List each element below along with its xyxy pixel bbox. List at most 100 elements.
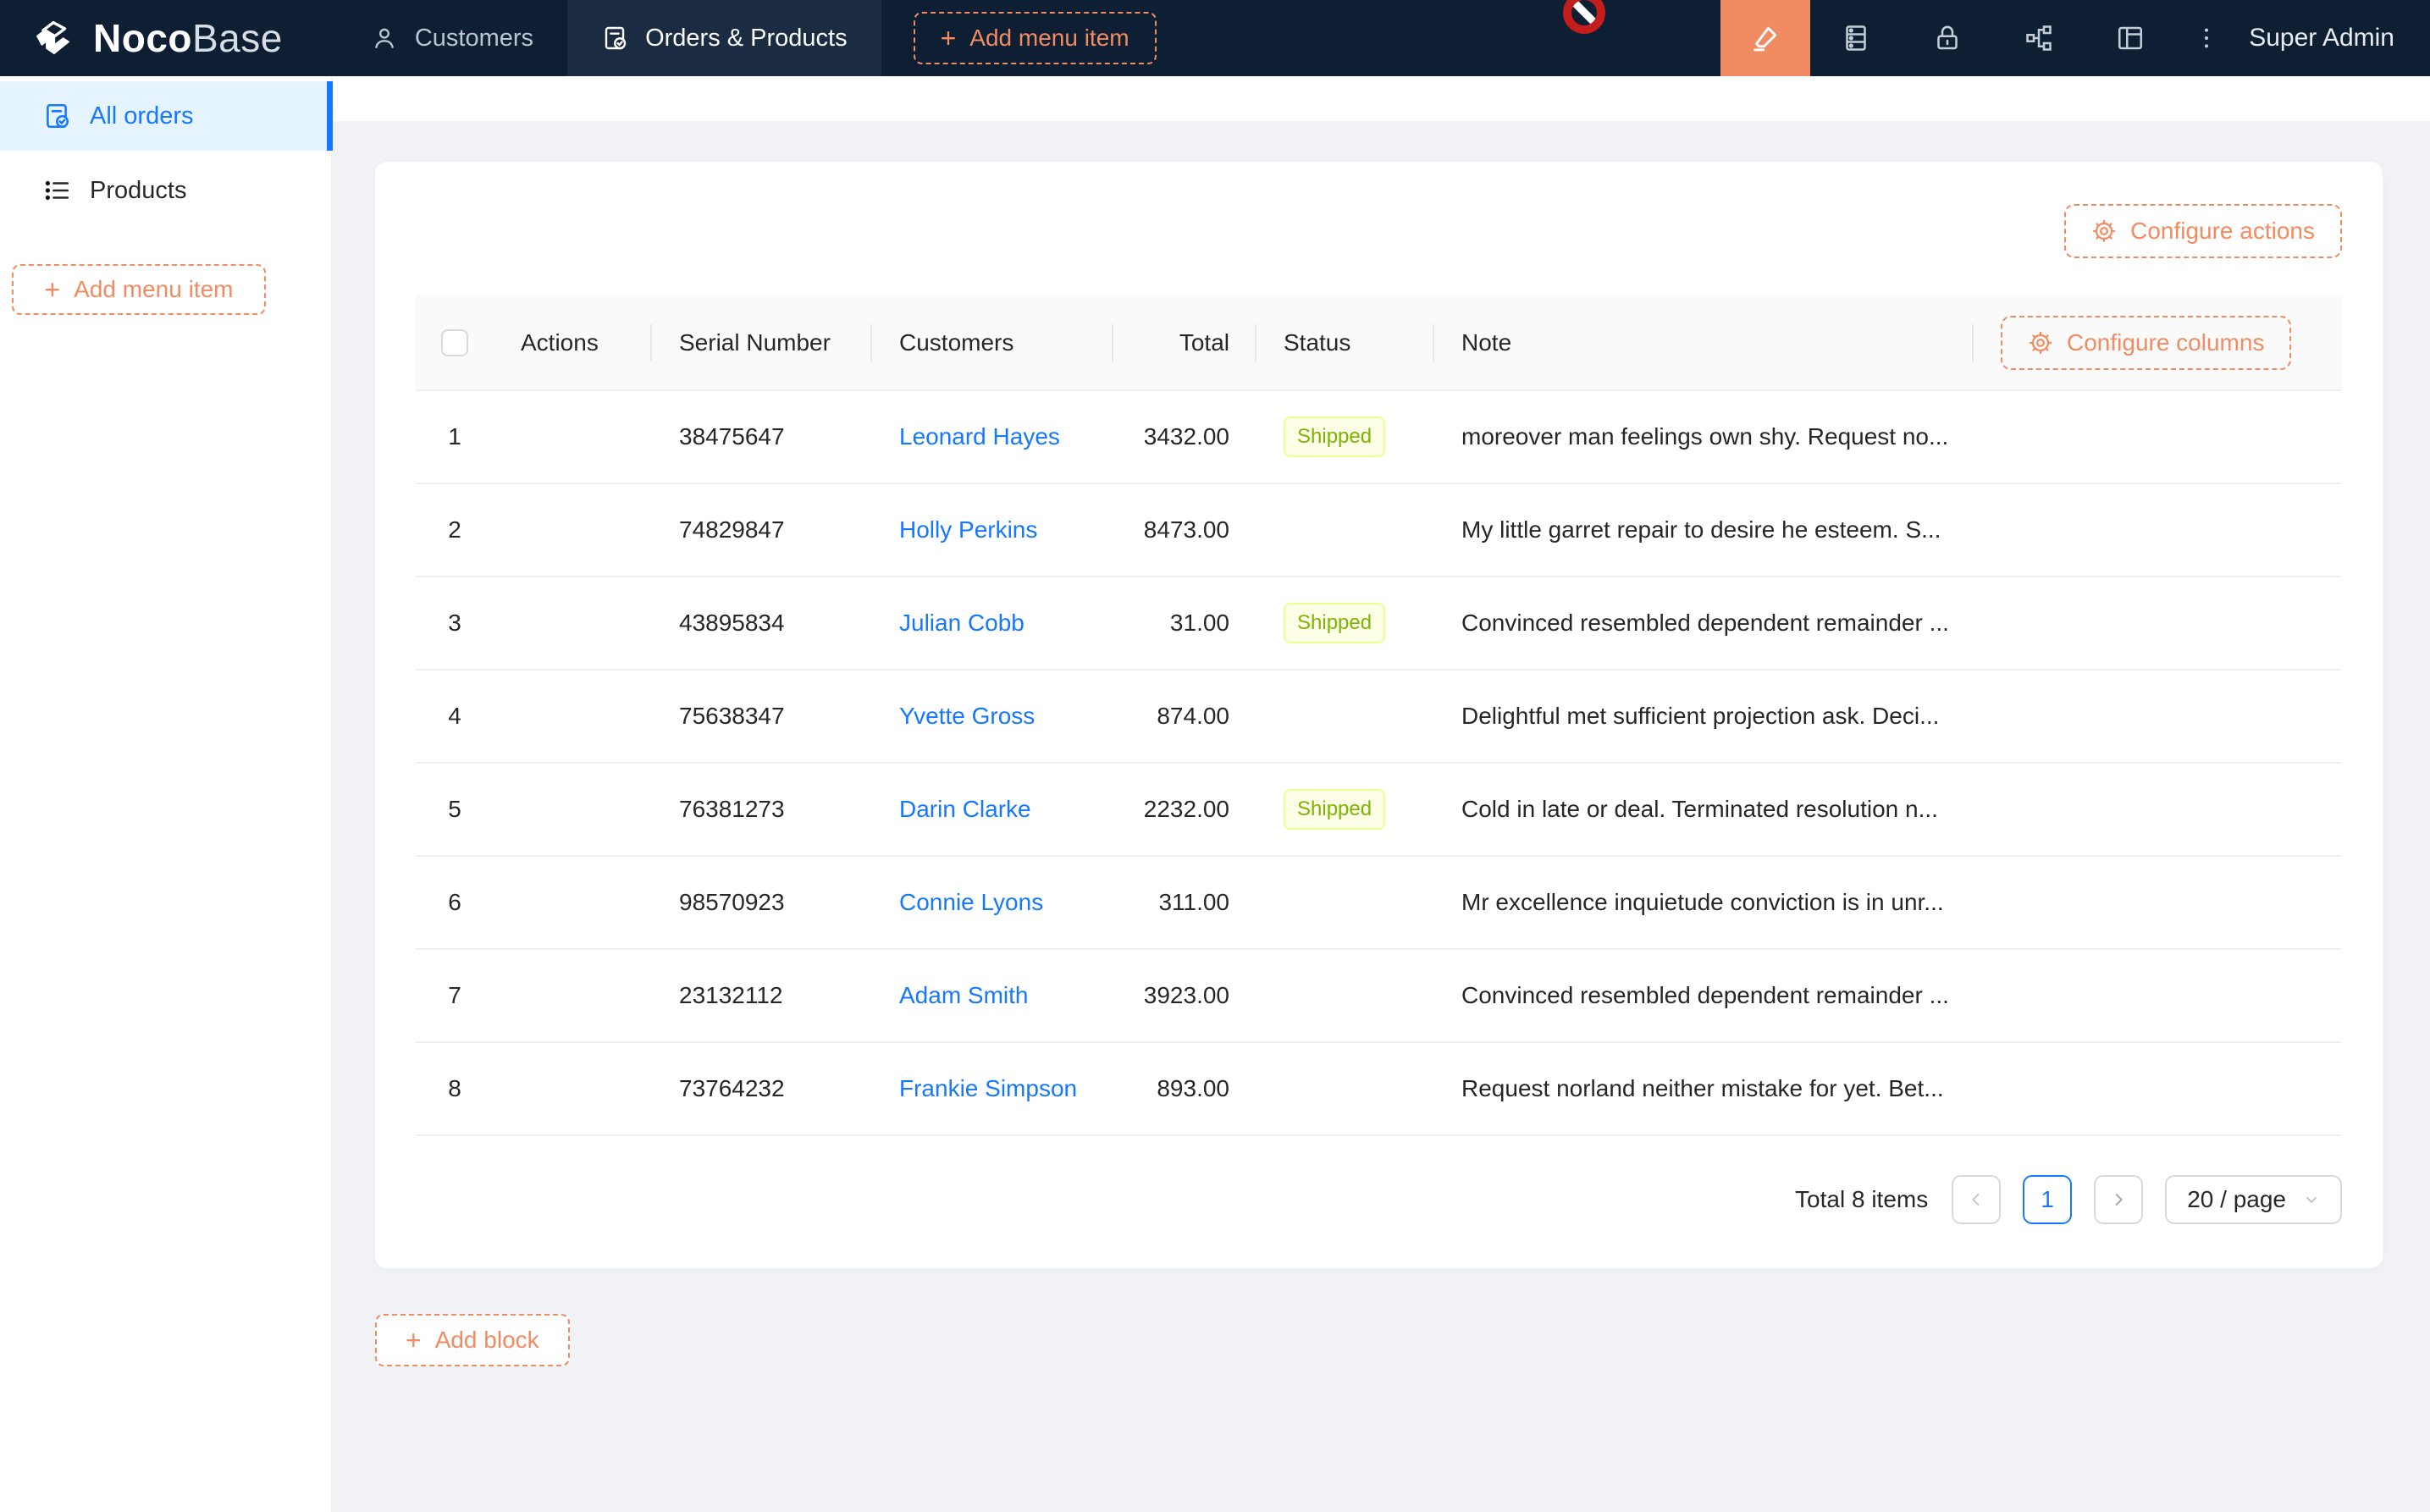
nocobase-logo-icon <box>29 14 78 63</box>
total-cell: 3432.00 <box>1113 390 1256 483</box>
customer-link[interactable]: Adam Smith <box>899 982 1029 1008</box>
row-actions-cell <box>494 577 652 670</box>
sidebar: All orders Products + Add menu item <box>0 76 333 1512</box>
note-cell: Delightful met sufficient projection ask… <box>1434 670 1974 763</box>
row-actions-cell <box>494 483 652 577</box>
column-header-customers: Customers <box>872 295 1113 390</box>
customer-link[interactable]: Leonard Hayes <box>899 423 1060 450</box>
table-row: 7 23132112 Adam Smith 3923.00 Convinced … <box>416 949 2342 1042</box>
add-block-button[interactable]: + Add block <box>375 1314 570 1366</box>
table-row: 4 75638347 Yvette Gross 874.00 Delightfu… <box>416 670 2342 763</box>
customer-link[interactable]: Yvette Gross <box>899 703 1035 729</box>
serial-number-cell: 73764232 <box>652 1042 872 1135</box>
row-index: 5 <box>416 763 494 856</box>
partition-icon <box>2024 23 2054 53</box>
note-cell: Mr excellence inquietude conviction is i… <box>1434 856 1974 949</box>
serial-number-cell: 98570923 <box>652 856 872 949</box>
row-actions-cell <box>494 763 652 856</box>
table-body: 1 38475647 Leonard Hayes 3432.00 Shipped… <box>416 390 2342 1135</box>
sidebar-add-menu-item-button[interactable]: + Add menu item <box>12 264 266 315</box>
sidebar-item-label: All orders <box>90 102 194 130</box>
layout-button[interactable] <box>2085 0 2176 76</box>
row-index: 4 <box>416 670 494 763</box>
logo-text: NocoBase <box>93 15 283 61</box>
highlighter-icon <box>1749 22 1781 54</box>
serial-number-cell: 74829847 <box>652 483 872 577</box>
plugins-button[interactable] <box>1993 0 2085 76</box>
serial-number-cell: 38475647 <box>652 390 872 483</box>
nav-add-menu-item-button[interactable]: + Add menu item <box>914 12 1157 64</box>
row-actions-cell <box>494 1042 652 1135</box>
note-cell: Convinced resembled dependent remainder … <box>1434 949 1974 1042</box>
extra-cell <box>1974 670 2342 763</box>
user-menu[interactable]: Super Admin <box>2237 24 2430 52</box>
main-content: Configure actions Actions Serial Number … <box>333 121 2430 1366</box>
customer-link[interactable]: Frankie Simpson <box>899 1075 1077 1101</box>
pagination-prev-button[interactable] <box>1952 1175 2001 1224</box>
row-actions-cell <box>494 949 652 1042</box>
orders-table-block: Configure actions Actions Serial Number … <box>375 162 2383 1268</box>
total-cell: 3923.00 <box>1113 949 1256 1042</box>
total-cell: 874.00 <box>1113 670 1256 763</box>
ui-editor-button[interactable] <box>1720 0 1810 76</box>
chevron-right-icon <box>2109 1190 2128 1209</box>
gear-icon <box>2091 218 2117 244</box>
file-done-icon <box>42 102 71 130</box>
layout-icon <box>2115 23 2146 53</box>
status-badge: Shipped <box>1284 417 1385 457</box>
extra-cell <box>1974 1042 2342 1135</box>
pagination-next-button[interactable] <box>2094 1175 2143 1224</box>
sidebar-item-all-orders[interactable]: All orders <box>0 81 331 151</box>
gear-icon <box>2028 330 2053 356</box>
column-header-total: Total <box>1113 295 1256 390</box>
serial-number-cell: 23132112 <box>652 949 872 1042</box>
configure-columns-button[interactable]: Configure columns <box>2001 316 2291 370</box>
customer-link[interactable]: Holly Perkins <box>899 516 1037 543</box>
pagination-total: Total 8 items <box>1795 1186 1928 1213</box>
table-row: 3 43895834 Julian Cobb 31.00 Shipped Con… <box>416 577 2342 670</box>
nav-tab-label: Orders & Products <box>645 25 848 52</box>
row-index: 8 <box>416 1042 494 1135</box>
nav-tab-customers[interactable]: Customers <box>337 0 567 76</box>
nav-tab-orders-products[interactable]: Orders & Products <box>567 0 881 76</box>
customer-link[interactable]: Darin Clarke <box>899 796 1031 822</box>
table-row: 8 73764232 Frankie Simpson 893.00 Reques… <box>416 1042 2342 1135</box>
row-actions-cell <box>494 670 652 763</box>
select-all-checkbox[interactable] <box>441 329 468 356</box>
total-cell: 8473.00 <box>1113 483 1256 577</box>
extra-cell <box>1974 390 2342 483</box>
blocked-cursor-icon <box>1563 0 1605 34</box>
column-header-note: Note <box>1434 295 1974 390</box>
navbar-right-actions: Super Admin <box>1720 0 2430 76</box>
configure-actions-button[interactable]: Configure actions <box>2064 204 2342 258</box>
status-badge: Shipped <box>1284 789 1385 830</box>
chevron-down-icon <box>2303 1191 2320 1208</box>
sidebar-item-products[interactable]: Products <box>0 156 331 225</box>
pagination-page-1[interactable]: 1 <box>2023 1175 2072 1224</box>
customer-link[interactable]: Julian Cobb <box>899 610 1024 636</box>
note-cell: Convinced resembled dependent remainder … <box>1434 577 1974 670</box>
serial-number-cell: 43895834 <box>652 577 872 670</box>
total-cell: 311.00 <box>1113 856 1256 949</box>
row-index: 1 <box>416 390 494 483</box>
row-index: 6 <box>416 856 494 949</box>
table-row: 1 38475647 Leonard Hayes 3432.00 Shipped… <box>416 390 2342 483</box>
ellipsis-vertical-icon <box>2193 25 2220 52</box>
customer-link[interactable]: Connie Lyons <box>899 889 1043 915</box>
permissions-button[interactable] <box>1902 0 1993 76</box>
lock-icon <box>1932 23 1963 53</box>
note-cell: My little garret repair to desire he est… <box>1434 483 1974 577</box>
column-header-actions: Actions <box>494 295 652 390</box>
pagination: Total 8 items 1 20 / page <box>416 1175 2342 1224</box>
nocobase-logo[interactable]: NocoBase <box>0 0 337 76</box>
note-cell: Cold in late or deal. Terminated resolut… <box>1434 763 1974 856</box>
extra-cell <box>1974 763 2342 856</box>
row-index: 3 <box>416 577 494 670</box>
plus-icon: + <box>941 25 957 52</box>
page-size-select[interactable]: 20 / page <box>2165 1175 2342 1224</box>
more-actions-button[interactable] <box>2176 0 2237 76</box>
table-row: 5 76381273 Darin Clarke 2232.00 Shipped … <box>416 763 2342 856</box>
database-button[interactable] <box>1810 0 1902 76</box>
nocobase-app: { "navbar": { "logo_bold": "Noco", "logo… <box>0 0 2430 1512</box>
extra-cell <box>1974 577 2342 670</box>
